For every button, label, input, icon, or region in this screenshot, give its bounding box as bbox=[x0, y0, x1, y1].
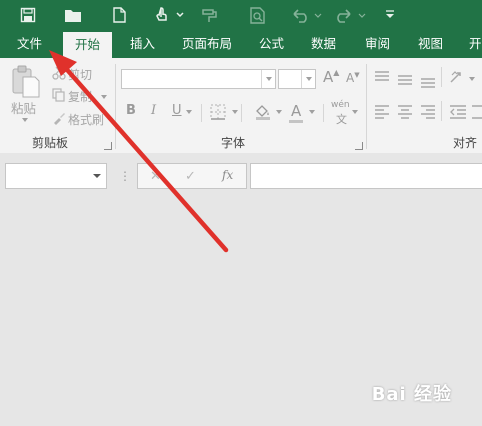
annotation-arrow bbox=[49, 50, 229, 253]
baidu-watermark: Bai 经验 bbox=[371, 384, 452, 405]
